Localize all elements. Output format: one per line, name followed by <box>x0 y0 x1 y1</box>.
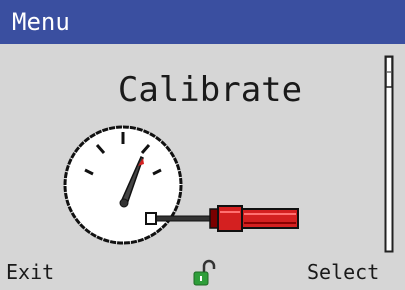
select-softkey[interactable]: Select <box>307 258 379 286</box>
device-screen: Menu Calibrate Exit Select <box>0 0 405 290</box>
exit-softkey[interactable]: Exit <box>6 258 54 286</box>
menu-title: Menu <box>12 8 70 36</box>
gauge-icon <box>63 125 183 245</box>
unlocked-padlock-icon <box>193 259 216 286</box>
menu-item-heading: Calibrate <box>117 70 303 110</box>
scrollbar[interactable] <box>384 55 394 253</box>
title-bar: Menu <box>0 0 405 44</box>
calibrate-illustration <box>63 125 299 245</box>
